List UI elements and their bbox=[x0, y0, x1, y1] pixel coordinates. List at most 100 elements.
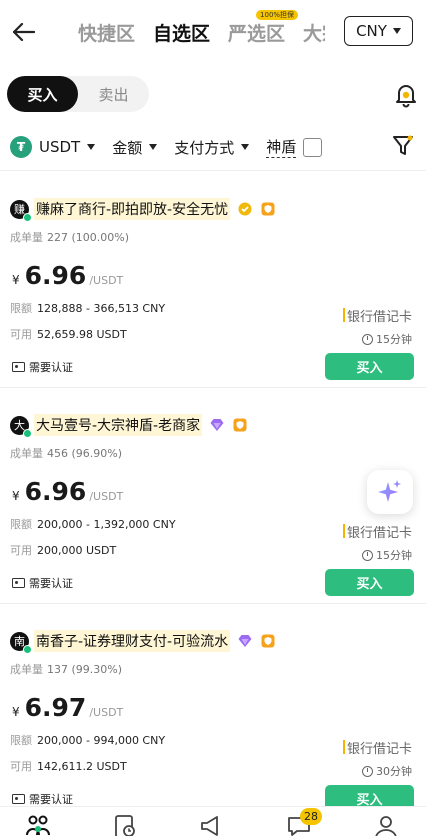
caret-down-icon bbox=[149, 144, 158, 150]
shield-checkbox[interactable] bbox=[303, 137, 323, 157]
time-value: 15分钟 bbox=[376, 333, 412, 346]
purple-diamond-icon bbox=[209, 417, 225, 433]
tab-selected[interactable]: 严选区 100%担保 bbox=[228, 9, 299, 46]
payment-method: 银行借记卡 bbox=[342, 306, 412, 325]
sparkle-icon bbox=[378, 480, 401, 502]
verify-label: 需要认证 bbox=[29, 361, 73, 374]
merchant-name: 大马壹号-大宗神盾-老商家 bbox=[34, 414, 203, 436]
limit-row: 限额 128,888 - 366,513 CNY bbox=[10, 300, 165, 316]
ai-assistant-button[interactable] bbox=[367, 470, 413, 514]
completion-value: 137 (99.30%) bbox=[47, 663, 123, 676]
clock-icon bbox=[362, 765, 373, 777]
limit-label: 限额 bbox=[10, 302, 32, 315]
price: ¥ 6.97 /USDT bbox=[12, 693, 123, 723]
bottom-nav bbox=[0, 806, 426, 836]
ad-card: 南 南香子-证券理财支付-可验流水 成单量 137 (99.30%) ¥ 6.97… bbox=[0, 603, 426, 819]
id-card-icon bbox=[12, 794, 25, 804]
asset-filter[interactable]: ₮ USDT bbox=[10, 136, 96, 158]
payment-time: 15分钟 bbox=[362, 331, 412, 347]
clock-icon bbox=[362, 333, 373, 345]
price-value: 6.96 bbox=[24, 261, 87, 290]
id-card-icon bbox=[12, 362, 25, 372]
buy-button[interactable]: 买入 bbox=[325, 353, 414, 380]
currency-value: CNY bbox=[356, 22, 387, 40]
limit-label: 限额 bbox=[10, 518, 32, 531]
tab-bulk[interactable]: 大宗 bbox=[303, 19, 325, 46]
completion-value: 456 (96.90%) bbox=[47, 447, 123, 460]
price-unit: /USDT bbox=[89, 274, 124, 287]
avatar: 赚 bbox=[10, 199, 32, 222]
tab-quick[interactable]: 快捷区 bbox=[78, 19, 135, 46]
payment-method: 银行借记卡 bbox=[342, 522, 412, 541]
time-value: 30分钟 bbox=[376, 765, 412, 778]
shield-filter[interactable]: 神盾 bbox=[266, 136, 323, 158]
sell-toggle-button[interactable]: 卖出 bbox=[78, 76, 149, 112]
available-label: 可用 bbox=[10, 328, 32, 341]
avatar: 大 bbox=[10, 415, 32, 438]
available-value: 142,611.2 USDT bbox=[37, 760, 127, 773]
price-unit: /USDT bbox=[89, 490, 124, 503]
currency-symbol: ¥ bbox=[12, 489, 20, 503]
usdt-icon: ₮ bbox=[10, 136, 32, 158]
currency-symbol: ¥ bbox=[12, 273, 20, 287]
orange-shield-icon bbox=[260, 201, 276, 217]
notification-bell-icon[interactable] bbox=[394, 82, 418, 108]
buy-toggle-button[interactable]: 买入 bbox=[7, 76, 78, 112]
orange-shield-icon bbox=[232, 417, 248, 433]
announcement-icon[interactable] bbox=[198, 813, 226, 836]
limit-value: 128,888 - 366,513 CNY bbox=[37, 302, 166, 315]
available-label: 可用 bbox=[10, 760, 32, 773]
available-row: 可用 142,611.2 USDT bbox=[10, 758, 127, 774]
amount-filter-label: 金额 bbox=[112, 138, 143, 157]
funnel-filter-icon[interactable] bbox=[393, 135, 413, 157]
limit-value: 200,000 - 994,000 CNY bbox=[37, 734, 166, 747]
orange-shield-icon bbox=[260, 633, 276, 649]
merchant-row[interactable]: 大 大马壹号-大宗神盾-老商家 bbox=[10, 413, 248, 438]
limit-value: 200,000 - 1,392,000 CNY bbox=[37, 518, 176, 531]
online-status-dot bbox=[23, 212, 32, 222]
price-value: 6.97 bbox=[24, 693, 87, 722]
tab-selected-label: 严选区 bbox=[228, 22, 286, 45]
buy-button[interactable]: 买入 bbox=[325, 569, 414, 596]
completion-stat: 成单量 227 (100.00%) bbox=[10, 229, 129, 245]
gold-medal-icon bbox=[237, 201, 253, 217]
completion-label: 成单量 bbox=[10, 663, 43, 676]
profile-icon[interactable] bbox=[373, 813, 401, 836]
merchant-name: 南香子-证券理财支付-可验流水 bbox=[34, 630, 231, 652]
payment-time: 15分钟 bbox=[362, 547, 412, 563]
payment-filter[interactable]: 支付方式 bbox=[174, 137, 250, 158]
ad-card: 赚 赚麻了商行-即拍即放-安全无忧 成单量 227 (100.00%) ¥ 6.9… bbox=[0, 171, 426, 387]
merchant-row[interactable]: 赚 赚麻了商行-即拍即放-安全无忧 bbox=[10, 197, 276, 222]
shield-filter-label: 神盾 bbox=[266, 138, 297, 158]
purple-diamond-icon bbox=[237, 633, 253, 649]
p2p-people-icon[interactable] bbox=[25, 813, 53, 836]
payment-time: 30分钟 bbox=[362, 763, 412, 779]
completion-label: 成单量 bbox=[10, 231, 43, 244]
verify-label: 需要认证 bbox=[29, 793, 73, 806]
available-value: 52,659.98 USDT bbox=[37, 328, 127, 341]
top-bar: 快捷区 自选区 严选区 100%担保 大宗 CNY bbox=[0, 0, 426, 62]
price-value: 6.96 bbox=[24, 477, 87, 506]
price: ¥ 6.96 /USDT bbox=[12, 477, 123, 507]
payment-filter-label: 支付方式 bbox=[174, 138, 235, 157]
caret-down-icon bbox=[241, 144, 250, 150]
ad-card: 大 大马壹号-大宗神盾-老商家 成单量 456 (96.90%) ¥ 6.96 /… bbox=[0, 387, 426, 603]
tab-custom[interactable]: 自选区 bbox=[153, 19, 210, 46]
available-value: 200,000 USDT bbox=[37, 544, 117, 557]
amount-filter[interactable]: 金额 bbox=[112, 137, 158, 158]
filter-bar: ₮ USDT 金额 支付方式 神盾 bbox=[10, 134, 418, 160]
guarantee-badge: 100%担保 bbox=[256, 9, 299, 20]
orders-icon[interactable] bbox=[112, 813, 140, 836]
chat-unread-badge: 28 bbox=[300, 808, 322, 825]
merchant-row[interactable]: 南 南香子-证券理财支付-可验流水 bbox=[10, 629, 276, 654]
currency-select[interactable]: CNY bbox=[344, 16, 413, 46]
back-arrow-icon[interactable] bbox=[10, 18, 38, 46]
verification-required: 需要认证 bbox=[12, 359, 73, 375]
asset-filter-label: USDT bbox=[39, 138, 81, 156]
completion-stat: 成单量 137 (99.30%) bbox=[10, 661, 122, 677]
currency-symbol: ¥ bbox=[12, 705, 20, 719]
online-status-dot bbox=[23, 644, 32, 654]
verification-required: 需要认证 bbox=[12, 791, 73, 807]
limit-row: 限额 200,000 - 994,000 CNY bbox=[10, 732, 165, 748]
price-unit: /USDT bbox=[89, 706, 124, 719]
